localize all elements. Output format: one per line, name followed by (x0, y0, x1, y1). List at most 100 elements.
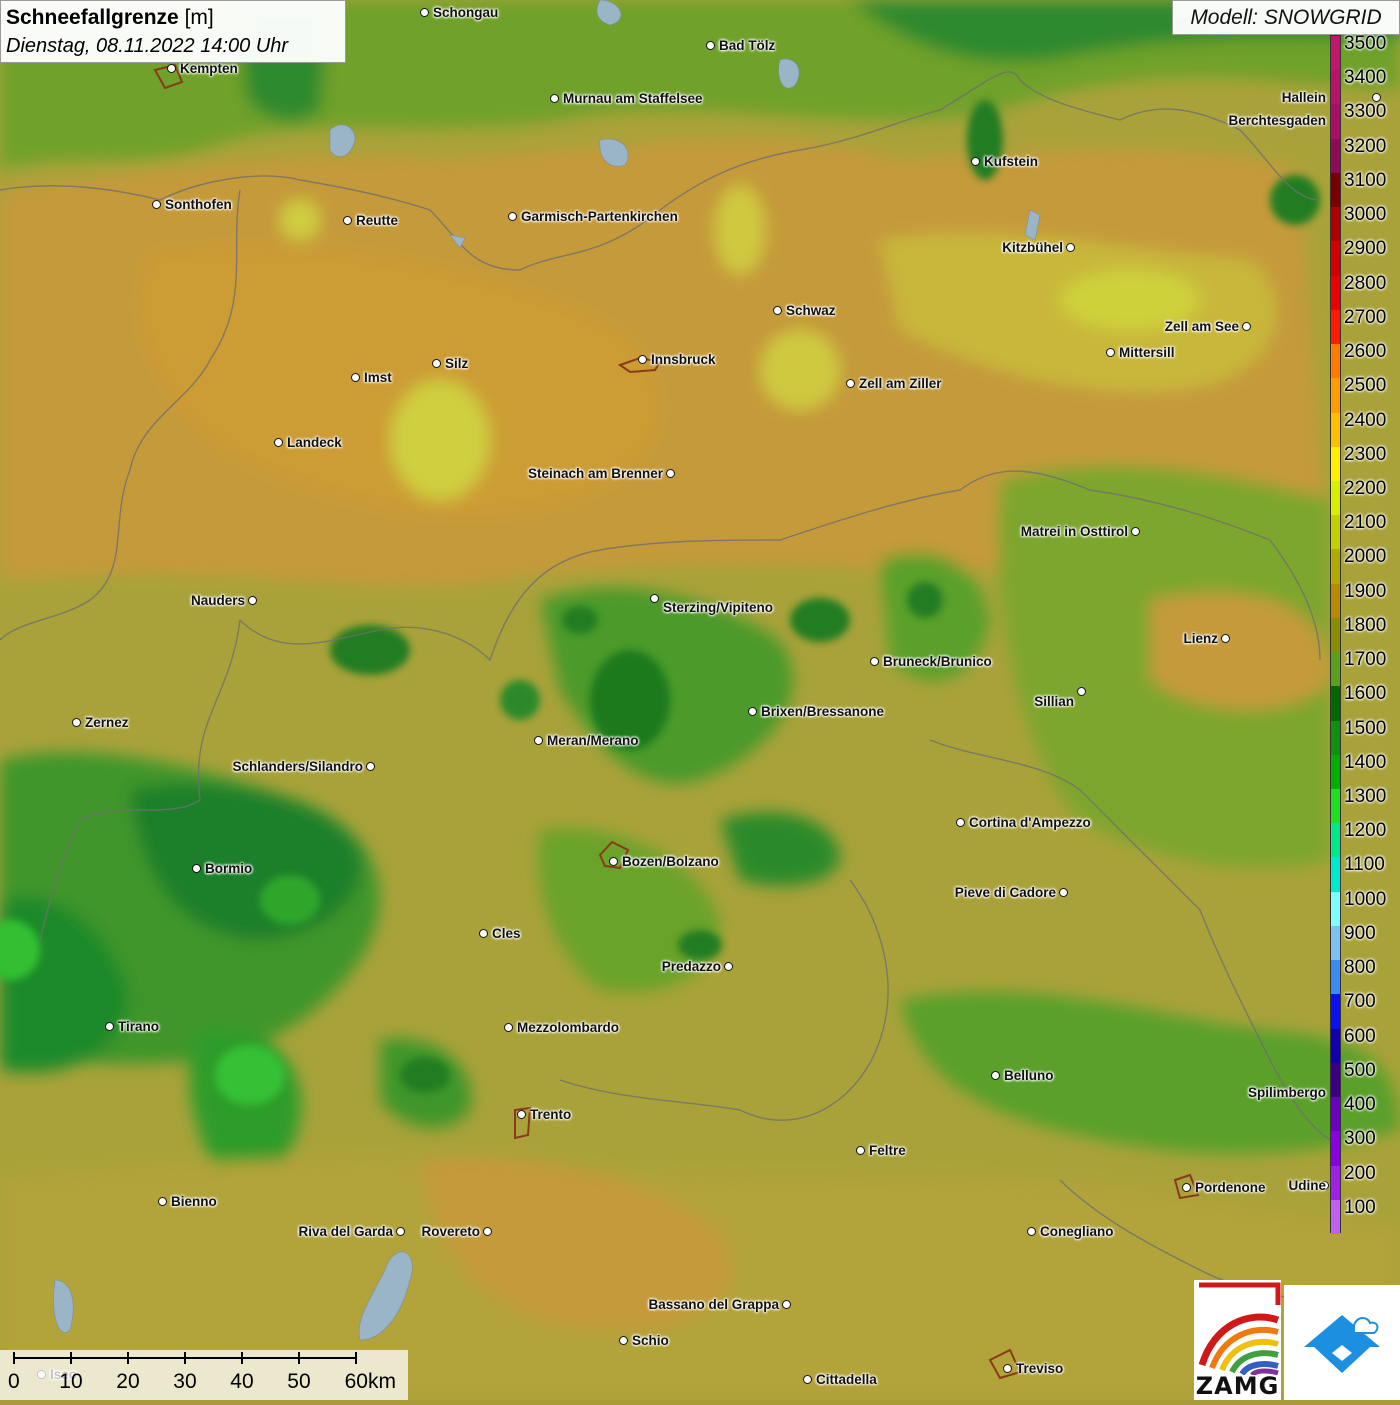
city-marker (1106, 348, 1115, 357)
legend-label: 1400 (1344, 751, 1387, 773)
city-label: Garmisch-Partenkirchen (521, 209, 678, 224)
legend-swatch (1331, 275, 1340, 311)
city-label: Steinach am Brenner (527, 466, 663, 481)
city-marker (666, 469, 675, 478)
city-label: Tirano (118, 1019, 160, 1034)
legend-swatch (1331, 754, 1340, 790)
city-marker (1003, 1364, 1012, 1373)
legend-label: 2900 (1344, 238, 1387, 260)
scale-label: 0 (8, 1370, 20, 1393)
legend-label: 400 (1344, 1094, 1376, 1116)
city-marker (1131, 527, 1140, 536)
city-label: Bassano del Grappa (648, 1297, 779, 1312)
legend-label: 200 (1344, 1162, 1376, 1184)
legend-label: 500 (1344, 1059, 1376, 1081)
city-label: Belluno (1004, 1068, 1054, 1083)
city-label: Reutte (356, 213, 399, 228)
legend-swatch (1331, 1199, 1340, 1235)
city-marker (420, 8, 429, 17)
legend-label: 3100 (1344, 169, 1387, 191)
legend-label: 700 (1344, 991, 1376, 1013)
scale-label: 30 (173, 1370, 197, 1393)
city-label: Imst (364, 370, 392, 385)
city-label: Zell am See (1164, 319, 1239, 334)
city-marker (782, 1300, 791, 1309)
city-marker (105, 1022, 114, 1031)
city-marker (508, 212, 517, 221)
city-label: Murnau am Staffelsee (563, 91, 703, 106)
scale-label: 50 (287, 1370, 311, 1393)
city-label: Kitzbühel (1002, 240, 1063, 255)
city-marker (517, 1110, 526, 1119)
legend-label: 2400 (1344, 409, 1387, 431)
city-label: Sterzing/Vipiteno (663, 600, 774, 615)
city-marker (619, 1336, 628, 1345)
city-marker (638, 355, 647, 364)
legend-label: 1900 (1344, 580, 1387, 602)
legend-label: 2800 (1344, 272, 1387, 294)
city-label: Bormio (205, 861, 253, 876)
city-marker (343, 216, 352, 225)
snowgrid-logo (1284, 1285, 1400, 1400)
legend-swatch (1331, 70, 1340, 105)
legend-swatch (1331, 36, 1340, 71)
legend-swatch (1331, 1062, 1340, 1098)
city-marker (248, 596, 257, 605)
scale-label: 40 (230, 1370, 254, 1393)
zamg-logo-text: ZAMG (1195, 1372, 1280, 1400)
scale-label: 20 (116, 1370, 140, 1393)
city-label: Feltre (869, 1143, 906, 1158)
city-marker (748, 707, 757, 716)
legend-label: 3400 (1344, 67, 1387, 89)
city-label: Bruneck/Brunico (883, 654, 992, 669)
legend-label: 3200 (1344, 135, 1387, 157)
city-label: Schio (632, 1333, 669, 1348)
city-label: Spilimbergo (1247, 1085, 1326, 1100)
legend-label: 2700 (1344, 306, 1387, 328)
city-label: Trento (530, 1107, 572, 1122)
legend-label: 800 (1344, 957, 1376, 979)
city-marker (483, 1227, 492, 1236)
city-label: Bienno (171, 1194, 217, 1209)
city-label: Hallein (1281, 90, 1326, 105)
zamg-rainbow-icon (1198, 1282, 1281, 1377)
city-marker (1221, 634, 1230, 643)
city-label: Nauders (190, 593, 245, 608)
city-marker (609, 857, 618, 866)
legend-label: 2300 (1344, 443, 1387, 465)
city-marker (432, 359, 441, 368)
city-label: Zell am Ziller (859, 376, 942, 391)
city-label: Schwaz (786, 303, 836, 318)
city-marker (724, 962, 733, 971)
legend-swatch (1331, 823, 1340, 858)
model-label: Modell: SNOWGRID (1172, 0, 1400, 35)
city-label: Landeck (287, 435, 342, 450)
legend-label: 600 (1344, 1025, 1376, 1047)
city-label: Innsbruck (651, 352, 716, 367)
legend-swatch (1331, 309, 1340, 345)
city-marker (504, 1023, 513, 1032)
legend-label: 900 (1344, 922, 1376, 944)
legend-swatch (1331, 1131, 1340, 1167)
title-box: Schneefallgrenze [m] Dienstag, 08.11.202… (0, 0, 346, 63)
legend-label: 3300 (1344, 101, 1387, 123)
city-label: Brixen/Bressanone (761, 704, 885, 719)
legend-label: 1200 (1344, 820, 1387, 842)
city-marker (534, 736, 543, 745)
city-label: Schongau (433, 5, 499, 20)
city-label: Zernez (85, 715, 129, 730)
scale-label: 60km (344, 1370, 396, 1393)
legend-swatch (1331, 344, 1340, 379)
legend-label: 2600 (1344, 341, 1387, 363)
city-marker (971, 157, 980, 166)
legend-label: 1300 (1344, 786, 1387, 808)
legend-swatch (1331, 446, 1340, 482)
legend-label: 1500 (1344, 717, 1387, 739)
snowgrid-icon (1304, 1315, 1380, 1373)
legend-swatch (1331, 960, 1340, 995)
legend-swatch (1331, 1028, 1340, 1064)
city-marker (1059, 888, 1068, 897)
city-marker (846, 379, 855, 388)
legend-bar (1330, 35, 1341, 1235)
legend-swatch (1331, 549, 1340, 585)
